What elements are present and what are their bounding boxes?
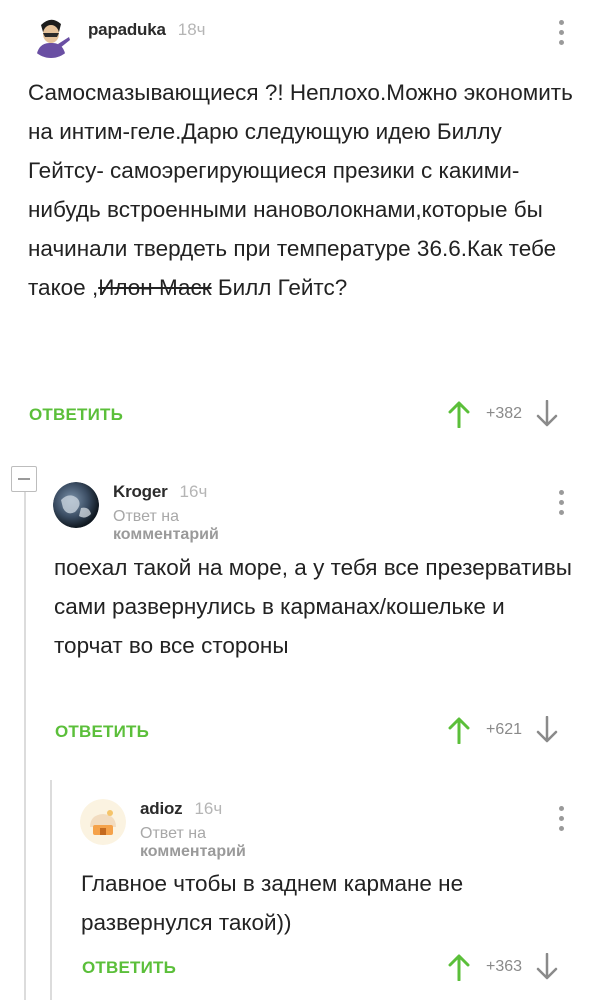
vote-controls: +382 (448, 400, 558, 428)
downvote-icon[interactable] (536, 400, 558, 428)
comment-text-main: Самосмазывающиеся ?! Неплохо.Можно эконо… (28, 80, 573, 300)
reply-reference: Ответ на комментарий (140, 825, 246, 861)
timestamp: 16ч (194, 799, 223, 818)
more-options-icon[interactable] (559, 20, 565, 46)
reply-button[interactable]: ОТВЕТИТЬ (55, 722, 149, 742)
vote-controls: +621 (448, 716, 558, 744)
user-avatar-icon (53, 482, 99, 528)
thread-line-level1 (24, 492, 26, 1000)
reply-button[interactable]: ОТВЕТИТЬ (82, 958, 176, 978)
user-avatar-icon (28, 12, 74, 58)
vote-controls: +363 (448, 953, 558, 981)
more-options-icon[interactable] (559, 490, 565, 516)
username[interactable]: papaduka (88, 20, 166, 40)
username[interactable]: Kroger (113, 482, 168, 502)
rating: +363 (486, 958, 523, 975)
comment-text-end: Билл Гейтс? (211, 275, 348, 300)
reply-reference: Ответ на комментарий (113, 508, 219, 544)
comment-text: Самосмазывающиеся ?! Неплохо.Можно эконо… (28, 73, 573, 307)
avatar[interactable] (28, 12, 74, 58)
comment-text: поехал такой на море, а у тебя все презе… (54, 555, 572, 658)
avatar[interactable] (53, 482, 99, 528)
upvote-icon[interactable] (448, 400, 470, 428)
downvote-icon[interactable] (536, 716, 558, 744)
collapse-thread-button[interactable] (11, 466, 37, 492)
timestamp: 18ч (177, 20, 206, 39)
rating: +382 (486, 405, 523, 422)
reply-prefix: Ответ на (113, 508, 179, 525)
user-avatar-icon (80, 799, 126, 845)
timestamp: 16ч (179, 482, 208, 501)
downvote-icon[interactable] (536, 953, 558, 981)
reply-prefix: Ответ на (140, 825, 206, 842)
upvote-icon[interactable] (448, 716, 470, 744)
comment-text: Главное чтобы в заднем кармане не развер… (81, 871, 464, 935)
more-options-icon[interactable] (559, 806, 565, 832)
avatar[interactable] (80, 799, 126, 845)
upvote-icon[interactable] (448, 953, 470, 981)
reply-target-link[interactable]: комментарий (140, 843, 246, 860)
rating: +621 (486, 721, 523, 738)
username[interactable]: adioz (140, 799, 183, 819)
thread-line-level2 (50, 780, 52, 1000)
strikethrough-text: Илон Маск (98, 275, 212, 300)
reply-target-link[interactable]: комментарий (113, 526, 219, 543)
reply-button[interactable]: ОТВЕТИТЬ (29, 405, 123, 425)
